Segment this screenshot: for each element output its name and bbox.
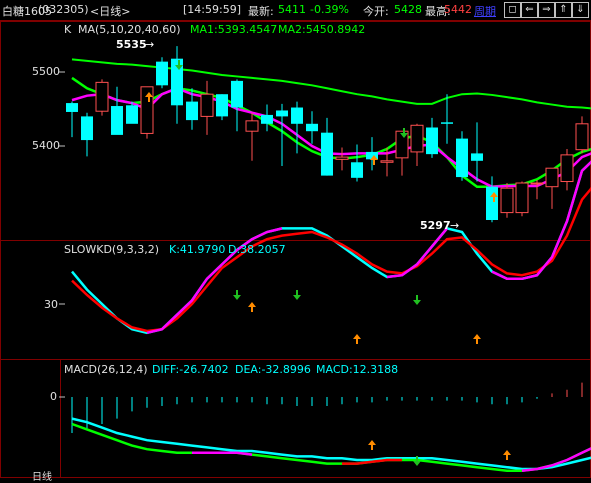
candle-up: [575, 123, 589, 151]
sell-arrow-icon: [233, 290, 241, 300]
buy-arrow-icon: [248, 302, 256, 312]
candle-down: [441, 122, 453, 124]
candle-down: [66, 103, 78, 112]
candle-down: [216, 94, 228, 117]
candle-down: [291, 107, 303, 124]
candle-up: [140, 86, 154, 134]
candle-down: [351, 162, 363, 178]
candle-down: [486, 186, 498, 220]
low-marker: 5297: [420, 219, 451, 232]
candle-down: [126, 105, 138, 124]
ma1-value: MA1:5393.4547: [190, 23, 278, 36]
candle-up: [245, 120, 259, 132]
kd-k-rising: [386, 227, 448, 279]
candle-down: [261, 114, 273, 124]
y-tick-5500: 5500: [32, 65, 60, 78]
candle-down: [426, 127, 438, 155]
kd-y-tick: 30: [44, 298, 58, 311]
candle-up: [410, 124, 424, 153]
candle-up: [515, 182, 529, 214]
ma-params: MA(5,10,20,40,60): [78, 23, 181, 36]
candle-down: [276, 110, 288, 117]
macd-dea-line: [71, 417, 591, 471]
candle-down: [321, 132, 333, 176]
k-label: K: [64, 23, 72, 36]
high-marker: 5535: [116, 38, 147, 51]
sell-arrow-icon: [413, 295, 421, 305]
candle-down: [186, 101, 198, 121]
candle-up: [380, 160, 394, 163]
kd-k-value: K:41.9790: [169, 243, 226, 256]
candle-up: [200, 93, 214, 117]
footer-label: 日线: [32, 472, 52, 483]
buy-arrow-icon: [368, 440, 376, 450]
macd-value: MACD:12.3188: [316, 363, 399, 376]
candle-down: [306, 123, 318, 132]
candle-down: [231, 80, 243, 108]
kd-d-value: D:38.2057: [228, 243, 286, 256]
buy-arrow-icon: [353, 334, 361, 344]
candle-down: [81, 116, 93, 141]
candle-up: [95, 81, 109, 112]
ma2-value: MA2:5450.8942: [278, 23, 366, 36]
y-tick-5400: 5400: [32, 139, 60, 152]
buy-arrow-icon: [503, 450, 511, 460]
buy-arrow-icon: [473, 334, 481, 344]
candle-up: [530, 182, 544, 185]
macd-diff: DIFF:-26.7402: [152, 363, 229, 376]
candle-down: [471, 153, 483, 161]
candle-up: [500, 187, 514, 214]
high-marker-arrow: →: [145, 38, 155, 51]
macd-name: MACD(26,12,4): [64, 363, 148, 376]
candle-up: [560, 154, 574, 183]
candle-down: [456, 138, 468, 178]
low-marker-arrow: →: [450, 219, 460, 232]
candle-up: [335, 156, 349, 160]
candle-up: [545, 167, 559, 188]
macd-dea: DEA:-32.8996: [235, 363, 311, 376]
candle-down: [156, 61, 168, 86]
sell-arrow-icon: [293, 290, 301, 300]
macd-diff-rising: [192, 451, 253, 456]
macd-y-tick: 0: [50, 390, 57, 403]
price-chart: [59, 46, 591, 473]
macd-diff-line: [71, 422, 591, 473]
kd-name: SLOWKD(9,3,3,2): [64, 243, 160, 256]
candle-down: [111, 106, 123, 135]
